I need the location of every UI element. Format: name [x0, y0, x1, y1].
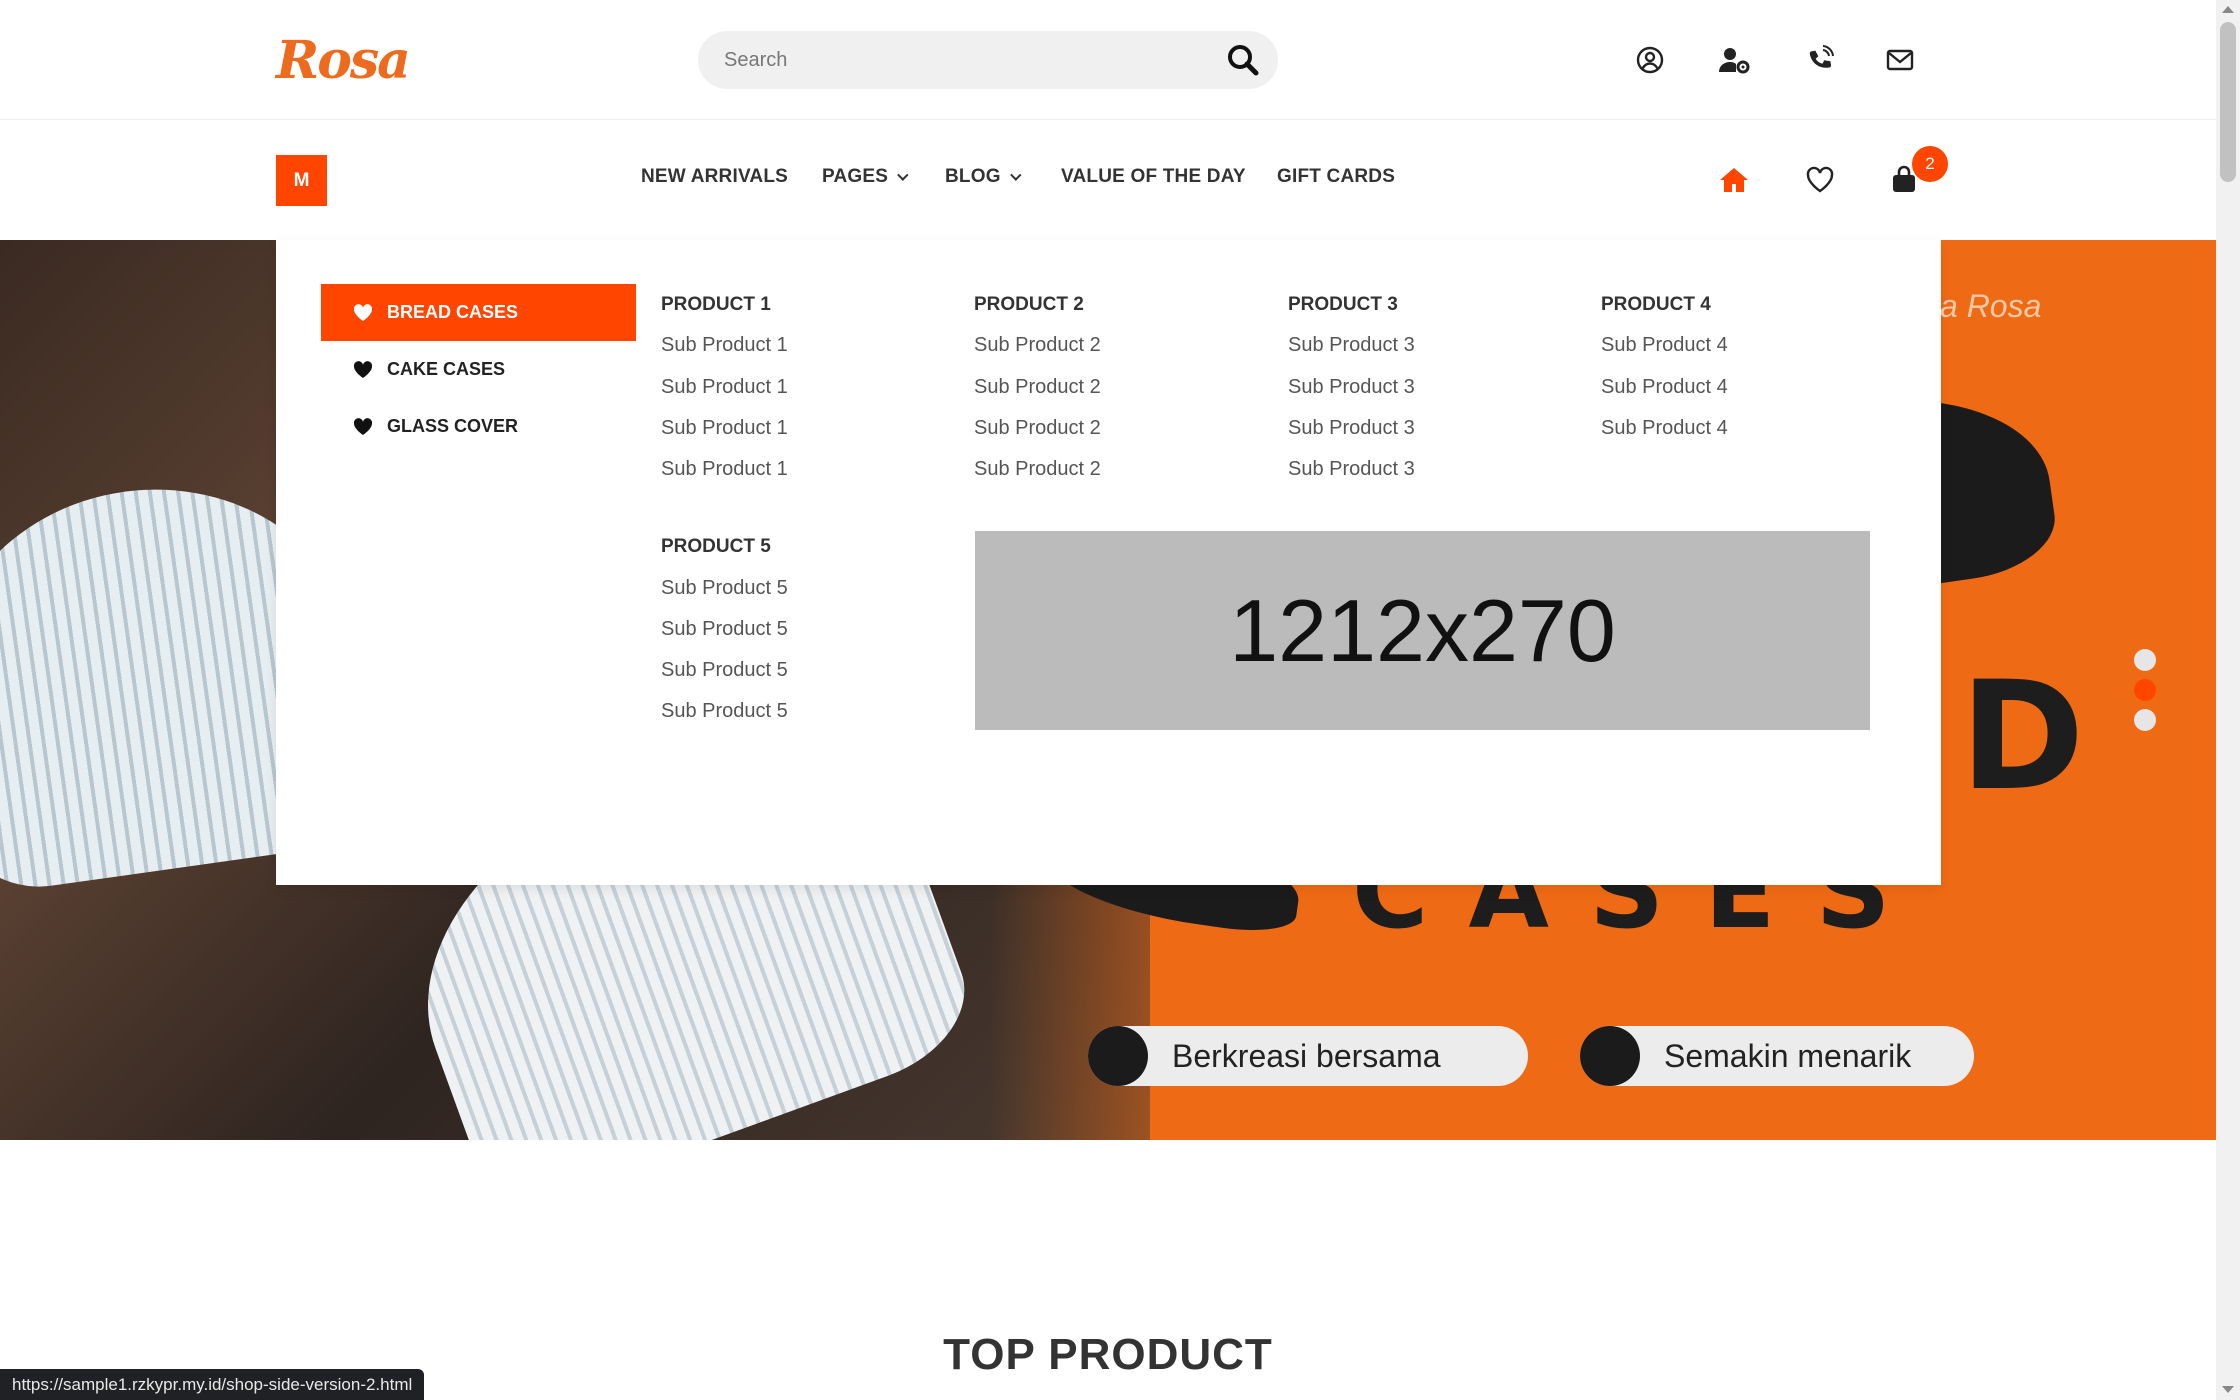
- site-logo[interactable]: Rosa: [276, 30, 411, 91]
- column-heading-product-5[interactable]: PRODUCT 5: [661, 536, 771, 558]
- slider-dot-2[interactable]: [2134, 679, 2156, 701]
- sub-product-link[interactable]: Sub Product 3: [1288, 376, 1415, 399]
- sub-product-link[interactable]: Sub Product 3: [1288, 417, 1415, 440]
- nav-item-blog[interactable]: BLOG: [945, 166, 1022, 188]
- category-label: GLASS COVER: [387, 416, 519, 436]
- sub-product-link[interactable]: Sub Product 2: [974, 458, 1101, 481]
- heart-icon: [353, 417, 373, 435]
- sub-product-link[interactable]: Sub Product 5: [661, 577, 788, 600]
- heart-icon: [353, 360, 373, 378]
- category-bread-cases[interactable]: BREAD CASES: [321, 284, 636, 341]
- mega-menu-panel: BREAD CASES CAKE CASES GLASS COVER PRODU…: [276, 240, 1941, 885]
- page-scrollbar[interactable]: [2216, 0, 2240, 1400]
- sub-product-link[interactable]: Sub Product 4: [1601, 417, 1728, 440]
- scrollbar-thumb[interactable]: [2220, 22, 2236, 182]
- column-heading-product-1[interactable]: PRODUCT 1: [661, 294, 771, 316]
- sub-product-link[interactable]: Sub Product 2: [974, 376, 1101, 399]
- pill-label: Semakin menarik: [1664, 1037, 1912, 1074]
- hero-tagline: a Rosa: [1940, 288, 2042, 324]
- nav-label: VALUE OF THE DAY: [1061, 166, 1246, 187]
- mega-menu-toggle-button[interactable]: M: [276, 155, 327, 206]
- search-bar: [698, 31, 1278, 89]
- hero-pill-1: Berkreasi bersama: [1088, 1026, 1528, 1086]
- nav-label: PAGES: [822, 166, 889, 187]
- mega-menu-banner-placeholder[interactable]: 1212x270: [975, 531, 1870, 730]
- sub-product-link[interactable]: Sub Product 1: [661, 417, 788, 440]
- pill-label: Berkreasi bersama: [1172, 1037, 1441, 1074]
- nav-item-pages[interactable]: PAGES: [822, 166, 909, 188]
- slider-dot-3[interactable]: [2134, 709, 2156, 731]
- column-heading-product-3[interactable]: PRODUCT 3: [1288, 294, 1398, 316]
- category-glass-cover[interactable]: GLASS COVER: [321, 398, 636, 455]
- category-label: CAKE CASES: [387, 359, 506, 379]
- home-icon[interactable]: [1718, 164, 1750, 196]
- sub-product-link[interactable]: Sub Product 5: [661, 700, 788, 723]
- column-heading-product-4[interactable]: PRODUCT 4: [1601, 294, 1711, 316]
- scroll-up-arrow-icon[interactable]: [2222, 6, 2234, 13]
- hero-big-letter: D: [1960, 650, 2085, 824]
- status-url: https://sample1.rzkypr.my.id/shop-side-v…: [12, 1374, 413, 1394]
- pill-dot: [1580, 1026, 1640, 1086]
- sub-product-link[interactable]: Sub Product 2: [974, 334, 1101, 357]
- sub-product-link[interactable]: Sub Product 4: [1601, 334, 1728, 357]
- user-settings-icon[interactable]: [1718, 44, 1750, 76]
- nav-label: GIFT CARDS: [1277, 166, 1396, 187]
- nav-item-new-arrivals[interactable]: NEW ARRIVALS: [641, 166, 788, 188]
- cart-count-badge: 2: [1912, 146, 1948, 182]
- sub-product-link[interactable]: Sub Product 1: [661, 458, 788, 481]
- search-icon[interactable]: [1226, 43, 1260, 77]
- category-label: BREAD CASES: [387, 302, 519, 322]
- slider-dot-1[interactable]: [2134, 649, 2156, 671]
- column-heading-product-2[interactable]: PRODUCT 2: [974, 294, 1084, 316]
- sub-product-link[interactable]: Sub Product 3: [1288, 334, 1415, 357]
- scroll-down-arrow-icon[interactable]: [2222, 1386, 2234, 1393]
- search-input[interactable]: [724, 31, 1204, 89]
- nav-item-gift-cards[interactable]: GIFT CARDS: [1277, 166, 1395, 188]
- nav-item-value-of-the-day[interactable]: VALUE OF THE DAY: [1061, 166, 1246, 188]
- browser-status-bar: https://sample1.rzkypr.my.id/shop-side-v…: [0, 1369, 425, 1400]
- sub-product-link[interactable]: Sub Product 5: [661, 618, 788, 641]
- nav-label: BLOG: [945, 166, 1001, 187]
- hero-pill-2: Semakin menarik: [1580, 1026, 1974, 1086]
- category-cake-cases[interactable]: CAKE CASES: [321, 341, 636, 398]
- sub-product-link[interactable]: Sub Product 3: [1288, 458, 1415, 481]
- pill-dot: [1088, 1026, 1148, 1086]
- sub-product-link[interactable]: Sub Product 5: [661, 659, 788, 682]
- sub-product-link[interactable]: Sub Product 2: [974, 417, 1101, 440]
- wishlist-heart-icon[interactable]: [1804, 164, 1836, 196]
- sub-product-link[interactable]: Sub Product 1: [661, 376, 788, 399]
- nav-label: NEW ARRIVALS: [641, 166, 789, 187]
- heart-icon: [353, 303, 373, 321]
- sub-product-link[interactable]: Sub Product 4: [1601, 376, 1728, 399]
- mail-icon[interactable]: [1884, 44, 1916, 76]
- account-icon[interactable]: [1634, 44, 1666, 76]
- phone-icon[interactable]: [1804, 44, 1836, 76]
- sub-product-link[interactable]: Sub Product 1: [661, 334, 788, 357]
